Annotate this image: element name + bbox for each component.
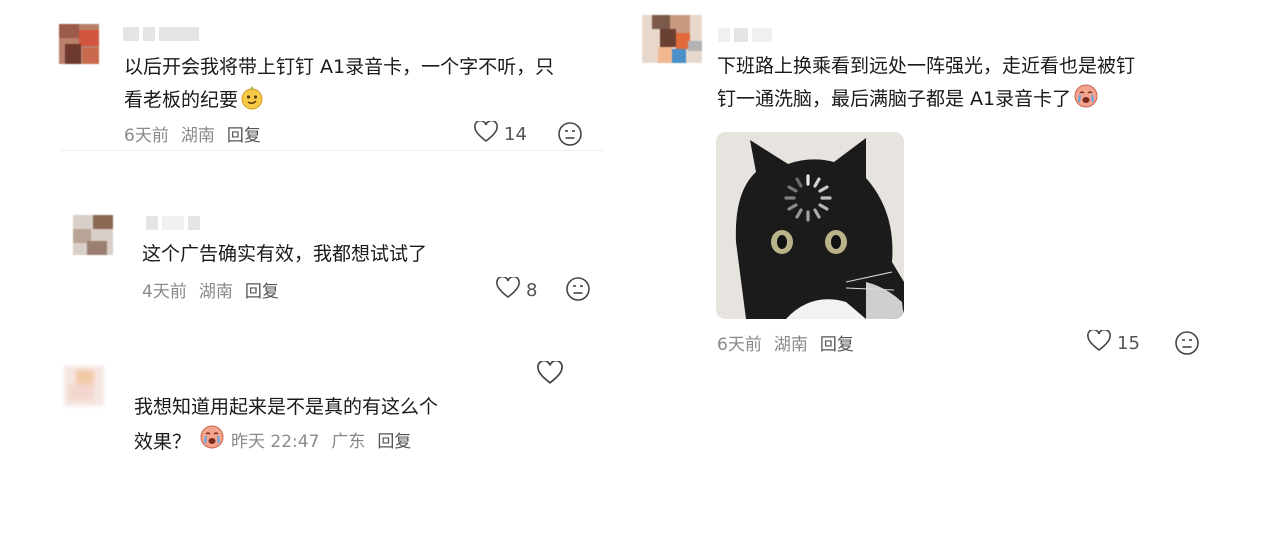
crying-emoji-icon	[199, 424, 225, 461]
comment-text: 下班路上换乘看到远处一阵强光，走近看也是被钉 钉一通洗脑，最后满脑子都是 A1录…	[717, 50, 1135, 120]
avatar[interactable]	[59, 24, 99, 64]
crying-emoji-icon	[1073, 83, 1099, 120]
divider	[60, 150, 603, 151]
comment-text: 以后开会我将带上钉钉 A1录音卡，一个字不听，只 看老板的纪要	[124, 51, 554, 121]
comment-meta: 昨天 22:47 广东 回复	[231, 426, 411, 459]
avatar[interactable]	[73, 215, 113, 255]
like-count: 15	[1117, 333, 1140, 354]
reply-button[interactable]: 回复	[245, 277, 279, 302]
username-blurred[interactable]	[123, 27, 199, 43]
avatar[interactable]	[64, 366, 104, 406]
timestamp: 6天前	[717, 335, 762, 355]
comment-text: 这个广告确实有效，我都想试试了	[142, 243, 428, 265]
like-button[interactable]: 15	[1087, 328, 1140, 357]
timestamp: 昨天 22:47	[231, 432, 320, 452]
like-button[interactable]: 14	[474, 119, 527, 148]
comment-meta: 6天前 湖南 回复	[717, 330, 854, 355]
reply-button[interactable]: 回复	[820, 330, 854, 355]
dislike-icon[interactable]	[1174, 330, 1200, 356]
avatar[interactable]	[642, 15, 702, 63]
like-button[interactable]: 8	[496, 275, 538, 304]
location: 广东	[331, 432, 366, 452]
heart-icon	[1087, 328, 1111, 357]
comment-text: 我想知道用起来是不是真的有这么个 效果？ 昨天 22:47 广东 回复	[134, 391, 438, 461]
comment-meta: 4天前 湖南 回复	[142, 277, 279, 302]
username-blurred[interactable]	[718, 28, 772, 44]
location: 湖南	[773, 335, 808, 355]
heart-icon	[474, 119, 498, 148]
dislike-icon[interactable]	[565, 276, 591, 302]
timestamp: 4天前	[142, 282, 187, 302]
comment-meta: 6天前 湖南 回复	[124, 121, 261, 146]
smirk-emoji-icon	[240, 86, 264, 121]
heart-icon	[537, 359, 563, 390]
timestamp: 6天前	[124, 126, 169, 146]
reply-button[interactable]: 回复	[227, 121, 261, 146]
username-blurred[interactable]	[146, 216, 200, 232]
like-button[interactable]	[537, 359, 563, 390]
like-count: 8	[526, 280, 538, 301]
dislike-icon[interactable]	[557, 121, 583, 147]
heart-icon	[496, 275, 520, 304]
cat-loading-meme-image[interactable]	[716, 132, 904, 319]
location: 湖南	[198, 282, 233, 302]
reply-button[interactable]: 回复	[377, 426, 411, 459]
like-count: 14	[504, 124, 527, 145]
location: 湖南	[180, 126, 215, 146]
